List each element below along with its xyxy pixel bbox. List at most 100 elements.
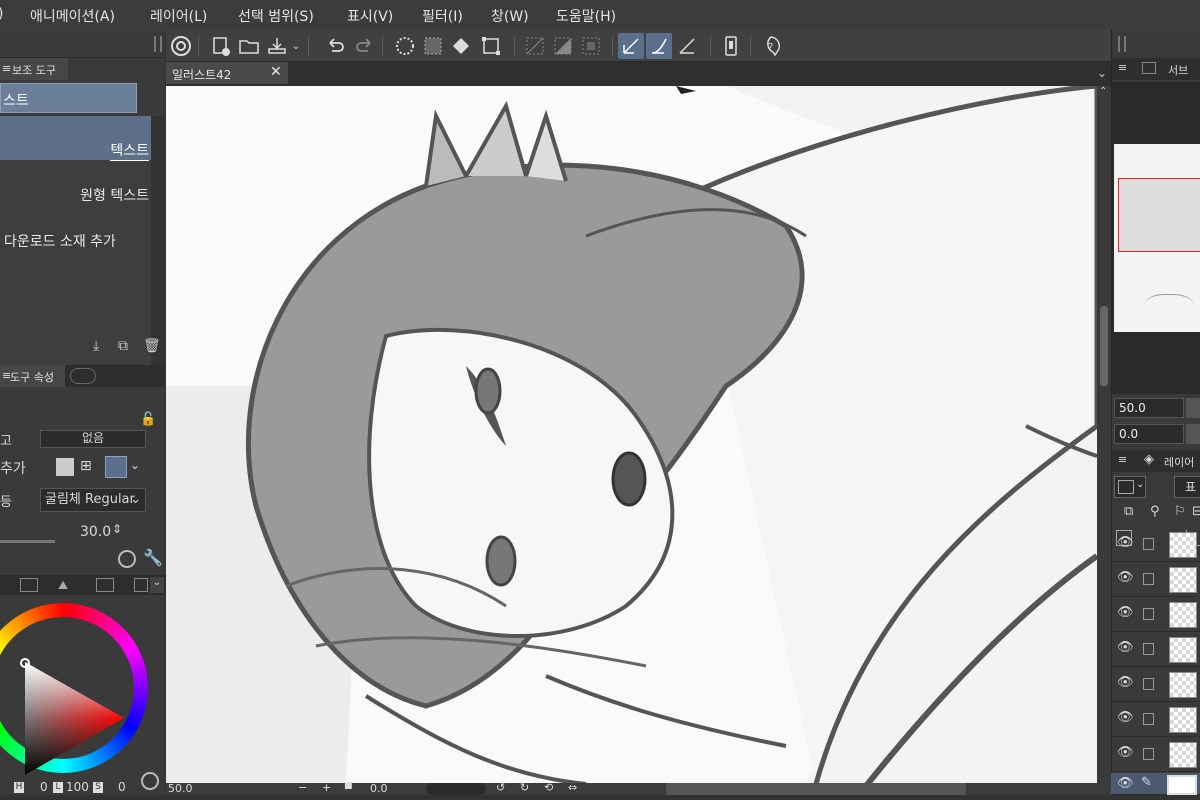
color-tab-sliders-icon[interactable] [20, 578, 38, 592]
add-link-icon[interactable] [105, 456, 127, 478]
chevron-down-icon[interactable]: ⌄ [290, 33, 302, 59]
menu-window[interactable]: 창(W) [491, 6, 529, 26]
add-copy-icon[interactable]: ⊞ [80, 458, 100, 476]
snap-special-ruler-icon[interactable] [646, 33, 672, 59]
size-value[interactable]: 30.0 [80, 524, 111, 540]
menu-file-fragment[interactable]: ) [0, 6, 3, 22]
chevron-down-icon[interactable]: ⌄ [130, 458, 140, 472]
layer-checkbox[interactable] [1143, 538, 1154, 550]
sub-tool-item-circle-text[interactable]: 원형 텍스트 [0, 160, 151, 204]
menu-animation[interactable]: 애니메이션(A) [30, 6, 115, 26]
download-icon[interactable]: ⤓ [93, 338, 111, 356]
rotate-right-icon[interactable]: ↻ [520, 781, 529, 794]
layer-row[interactable]: 👁 [1111, 738, 1200, 772]
chevron-down-icon[interactable]: ⌄ [1097, 66, 1107, 80]
snap-ruler-icon[interactable] [618, 33, 644, 59]
show-selection-icon[interactable] [578, 33, 604, 59]
layer-row[interactable]: 👁 [1111, 633, 1200, 667]
drawing-canvas[interactable] [166, 86, 1097, 784]
sub-tool-group-selected[interactable]: 스트 [0, 83, 137, 113]
layer-checkbox[interactable] [1143, 713, 1154, 725]
scroll-up-icon[interactable]: ⌃ [1099, 86, 1107, 97]
eye-icon[interactable]: 👁 [1117, 675, 1134, 690]
menu-help[interactable]: 도움말(H) [556, 6, 616, 26]
layer-row[interactable]: 👁 [1111, 703, 1200, 737]
new-file-icon[interactable] [208, 33, 234, 59]
tab-tool-property[interactable]: ≡ 도구 속성 [0, 365, 65, 387]
deselect-icon[interactable] [522, 33, 548, 59]
sub-tool-item-text[interactable]: 텍스트 [0, 116, 151, 161]
status-zoom-value[interactable]: 50.0 [168, 782, 193, 795]
navigator-zoom-field[interactable]: 50.0 [1114, 398, 1184, 418]
reset-rotation-icon[interactable]: ⟲ [544, 781, 553, 794]
layer-row[interactable]: 👁 [1111, 528, 1200, 562]
layer-row[interactable]: 👁 [1111, 563, 1200, 597]
tab-sub-tool[interactable]: ≡ 보조 도구 [0, 58, 68, 80]
clip-icon[interactable]: ⧉ [1124, 504, 1133, 519]
zoom-in-icon[interactable]: + [322, 781, 331, 794]
color-triangle[interactable] [0, 630, 140, 800]
navigator-rotation-slider[interactable] [1186, 424, 1200, 444]
panel-grip-icon[interactable] [1118, 36, 1126, 52]
sub-tool-scrollbar[interactable] [151, 116, 165, 366]
add-new-icon[interactable] [56, 458, 74, 476]
tab-layer-label[interactable]: 레이어 [1164, 454, 1194, 470]
eye-icon[interactable]: 👁 [1117, 605, 1134, 620]
menu-layer[interactable]: 레이어(L) [150, 6, 207, 26]
chevron-down-icon[interactable]: ⌄ [150, 577, 164, 593]
layer-checkbox[interactable] [1143, 643, 1154, 655]
layer-row[interactable]: 👁 [1111, 598, 1200, 632]
wrench-icon[interactable]: 🔧 [143, 548, 163, 567]
fit-icon[interactable]: ■ [344, 781, 353, 791]
eye-icon[interactable]: 👁 [1117, 535, 1134, 550]
eye-icon[interactable]: 👁 [1117, 745, 1134, 760]
horizontal-scrollbar[interactable] [666, 783, 966, 795]
navigator-viewport-frame[interactable] [1118, 178, 1200, 252]
save-icon[interactable] [264, 33, 290, 59]
document-tab[interactable]: 일러스트42 ✕ [166, 62, 288, 84]
color-tab-mountain-icon[interactable]: ⛰ [58, 578, 76, 592]
prop-dropdown[interactable]: 없음 [40, 430, 146, 448]
layer-checkbox[interactable] [1143, 678, 1154, 690]
clear-icon[interactable] [392, 33, 418, 59]
layer-checkbox[interactable] [1143, 748, 1154, 760]
scroll-thumb[interactable] [1100, 306, 1108, 386]
navigator-preview[interactable] [1114, 144, 1200, 332]
undo-icon[interactable] [322, 33, 348, 59]
canvas-vertical-scrollbar[interactable]: ⌃ [1097, 86, 1111, 784]
invert-selection-icon[interactable] [550, 33, 576, 59]
color-tab-set-icon[interactable] [96, 578, 114, 592]
status-slider[interactable] [426, 783, 486, 795]
transform-icon[interactable] [478, 33, 504, 59]
fill-icon[interactable] [448, 33, 474, 59]
status-rotation-value[interactable]: 0.0 [370, 782, 388, 795]
spinner-icon[interactable]: ⇕ [112, 522, 122, 536]
lock-layer-icon[interactable]: ⊟ [1192, 504, 1200, 519]
menu-selection[interactable]: 선택 범위(S) [238, 6, 314, 26]
eye-icon[interactable]: 👁 [1117, 570, 1134, 585]
sub-view-toggle-icon[interactable] [70, 368, 96, 384]
app-logo-icon[interactable] [168, 33, 194, 59]
menu-filter[interactable]: 필터(I) [422, 6, 463, 26]
blend-mode-dropdown[interactable]: 표 [1174, 476, 1200, 498]
navigator-rotation-field[interactable]: 0.0 [1114, 424, 1184, 444]
reset-icon[interactable] [118, 550, 136, 568]
menu-icon[interactable]: ≡ [1118, 453, 1127, 466]
reference-icon[interactable]: ⚲ [1150, 504, 1160, 519]
duplicate-icon[interactable]: ⧉ [118, 338, 136, 356]
eye-icon[interactable]: 👁 [1117, 640, 1134, 655]
size-slider[interactable] [0, 531, 55, 543]
color-mode-icon[interactable] [141, 772, 159, 790]
trash-icon[interactable]: 🗑 [143, 338, 161, 356]
flip-icon[interactable]: ⇔ [568, 781, 577, 794]
open-file-icon[interactable] [236, 33, 262, 59]
navigator-zoom-slider[interactable] [1186, 398, 1200, 418]
panel-grip-icon[interactable] [154, 36, 162, 52]
help-icon[interactable]: ? [758, 33, 784, 59]
layer-color-dropdown[interactable]: ⌄ [1114, 476, 1146, 498]
snap-grid-icon[interactable] [674, 33, 700, 59]
color-tab-history-icon[interactable] [134, 578, 148, 592]
add-download-material[interactable]: 다운로드 소재 추가 [0, 216, 151, 260]
layer-checkbox[interactable] [1143, 573, 1154, 585]
navigator-tab-icon[interactable] [1142, 62, 1156, 74]
